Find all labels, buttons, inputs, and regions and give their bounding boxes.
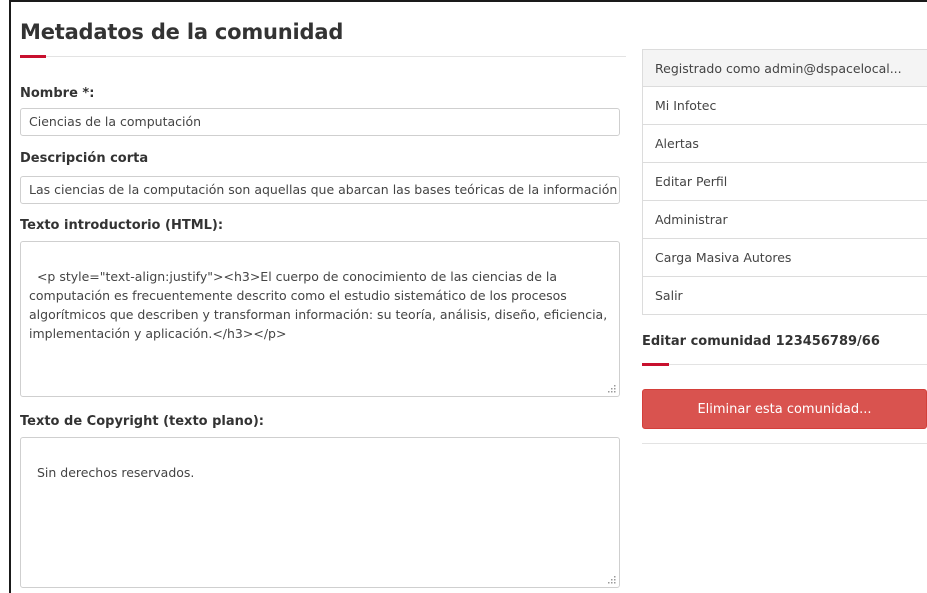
edit-community-divider <box>642 364 927 365</box>
delete-community-button[interactable]: Eliminar esta comunidad... <box>642 389 927 429</box>
name-field[interactable]: Ciencias de la computación <box>20 108 620 136</box>
edit-community-accent-bar <box>642 363 669 366</box>
intro-text-label: Texto introductorio (HTML): <box>20 218 224 233</box>
sidebar-item-alertas[interactable]: Alertas <box>642 125 927 163</box>
window-border-left <box>9 0 11 593</box>
user-sidebar-menu: Registrado como admin@dspacelocal... Mi … <box>642 49 927 315</box>
sidebar-item-carga-masiva-autores[interactable]: Carga Masiva Autores <box>642 239 927 277</box>
name-label: Nombre *: <box>20 86 95 101</box>
intro-text-value: <p style="text-align:justify"><h3>El cue… <box>29 269 612 341</box>
resize-grip-icon[interactable] <box>608 385 616 393</box>
copyright-label: Texto de Copyright (texto plano): <box>20 414 264 429</box>
intro-text-area[interactable]: <p style="text-align:justify"><h3>El cue… <box>20 241 620 397</box>
edit-community-heading: Editar comunidad 123456789/66 <box>642 334 880 349</box>
title-accent-bar <box>20 55 46 58</box>
sidebar-item-salir[interactable]: Salir <box>642 277 927 315</box>
sidebar-bottom-divider <box>642 443 927 444</box>
short-description-field[interactable]: Las ciencias de la computación son aquel… <box>20 176 620 204</box>
resize-grip-icon[interactable] <box>608 576 616 584</box>
sidebar-item-editar-perfil[interactable]: Editar Perfil <box>642 163 927 201</box>
page-title: Metadatos de la comunidad <box>20 20 344 44</box>
sidebar-item-logged-in-as[interactable]: Registrado como admin@dspacelocal... <box>642 49 927 87</box>
title-divider <box>20 56 626 57</box>
short-description-label: Descripción corta <box>20 151 149 166</box>
sidebar-item-mi-infotec[interactable]: Mi Infotec <box>642 87 927 125</box>
copyright-text-area[interactable]: Sin derechos reservados. <box>20 437 620 588</box>
window-border-top <box>9 0 927 2</box>
sidebar-item-administrar[interactable]: Administrar <box>642 201 927 239</box>
copyright-text-value: Sin derechos reservados. <box>36 465 195 480</box>
